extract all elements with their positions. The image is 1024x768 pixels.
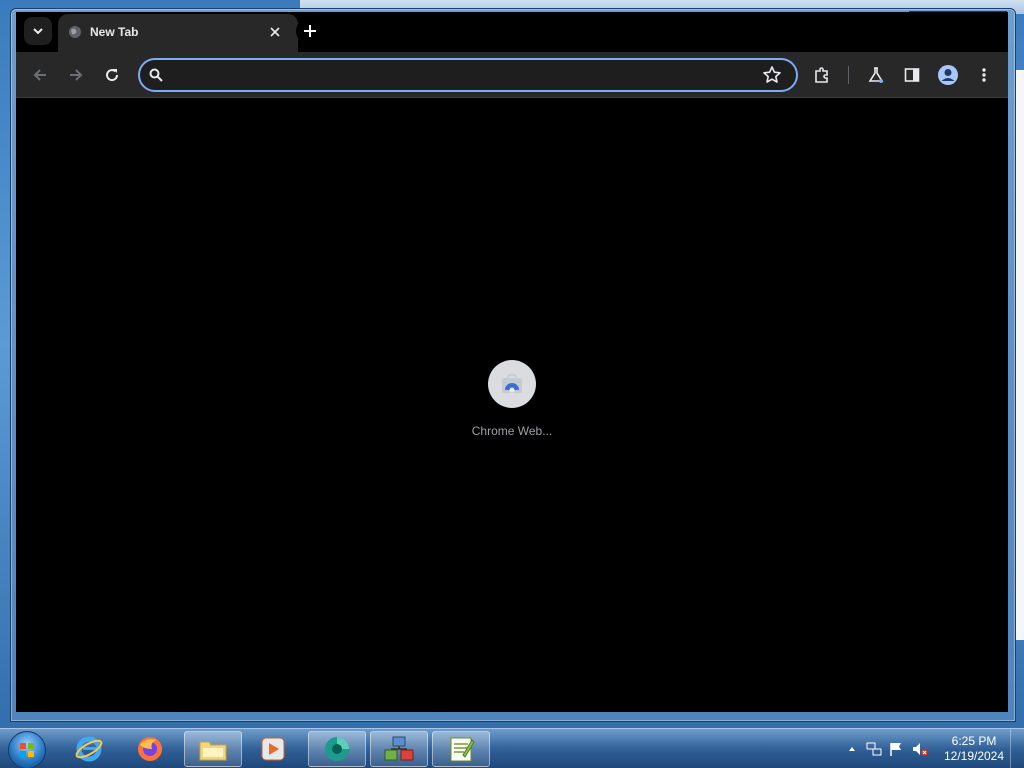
address-input[interactable] xyxy=(172,63,756,89)
search-icon xyxy=(149,68,163,82)
tab-search-button[interactable] xyxy=(24,17,52,45)
clock[interactable]: 6:25 PM 12/19/2024 xyxy=(938,734,1010,764)
firefox-icon xyxy=(138,737,162,761)
tab-close-button[interactable] xyxy=(266,23,284,41)
taskbar-notepad-plus[interactable] xyxy=(432,731,490,767)
clock-time: 6:25 PM xyxy=(951,734,997,748)
shortcut-label: Chrome Web... xyxy=(471,424,553,438)
taskbar-firefox[interactable] xyxy=(121,731,179,767)
new-tab-page: Chrome Web... xyxy=(16,98,1008,712)
plus-icon xyxy=(304,25,316,37)
chrome-app-icon xyxy=(325,737,349,761)
shortcut-chrome-web-store[interactable]: Chrome Web... xyxy=(460,360,564,450)
media-player-icon xyxy=(261,737,285,761)
globe-icon xyxy=(69,26,81,38)
folder-icon xyxy=(199,741,227,761)
volume-button[interactable] xyxy=(912,741,928,757)
windows-logo-icon xyxy=(20,743,34,757)
volume-muted-icon xyxy=(913,743,928,756)
close-icon xyxy=(270,27,280,37)
internet-explorer-icon xyxy=(75,736,103,762)
show-desktop-button[interactable] xyxy=(1010,729,1024,768)
chevron-up-icon xyxy=(849,747,855,751)
taskbar: 6:25 PM 12/19/2024 xyxy=(0,728,1024,768)
new-tab-button[interactable] xyxy=(296,17,324,45)
flag-icon xyxy=(890,743,901,756)
start-button[interactable] xyxy=(8,731,46,768)
clock-date: 12/19/2024 xyxy=(943,749,1005,763)
back-icon xyxy=(33,69,46,81)
chevron-down-icon xyxy=(33,28,43,35)
toolbar xyxy=(16,52,1008,98)
toolbar-divider xyxy=(848,66,849,84)
show-hidden-icons-button[interactable] xyxy=(844,741,860,757)
reload-icon xyxy=(106,69,119,82)
taskbar-chrome-app[interactable] xyxy=(308,731,366,767)
forward-button[interactable] xyxy=(62,61,90,89)
notepad-plus-icon xyxy=(450,737,475,762)
tab-new-tab[interactable]: New Tab xyxy=(58,14,298,52)
labs-button[interactable] xyxy=(862,61,890,89)
extensions-button[interactable] xyxy=(808,61,836,89)
reload-button[interactable] xyxy=(98,61,126,89)
web-store-icon xyxy=(502,374,522,393)
star-icon[interactable] xyxy=(762,65,782,85)
network-tool-icon xyxy=(384,736,414,761)
shortcut-icon xyxy=(488,360,536,408)
forward-icon xyxy=(70,69,83,81)
profile-button[interactable] xyxy=(934,61,962,89)
action-center-button[interactable] xyxy=(888,741,904,757)
taskbar-media-player[interactable] xyxy=(244,731,302,767)
labs-icon xyxy=(868,67,884,83)
taskbar-internet-explorer[interactable] xyxy=(60,731,118,767)
back-button[interactable] xyxy=(26,61,54,89)
extensions-icon xyxy=(815,67,828,83)
tab-title: New Tab xyxy=(90,25,139,39)
network-tray-button[interactable] xyxy=(866,741,882,757)
taskbar-file-explorer[interactable] xyxy=(184,731,242,767)
tab-strip: New Tab xyxy=(16,12,1008,52)
browser-window: New Tab Chrome Web... xyxy=(16,12,1008,712)
profile-icon xyxy=(938,65,958,85)
taskbar-network-tool[interactable] xyxy=(370,731,428,767)
menu-icon xyxy=(982,68,986,82)
address-bar[interactable] xyxy=(138,58,798,92)
network-icon xyxy=(866,742,882,756)
menu-button[interactable] xyxy=(970,61,998,89)
side-panel-icon xyxy=(904,68,920,82)
side-panel-button[interactable] xyxy=(898,61,926,89)
system-tray: 6:25 PM 12/19/2024 xyxy=(842,729,1024,768)
